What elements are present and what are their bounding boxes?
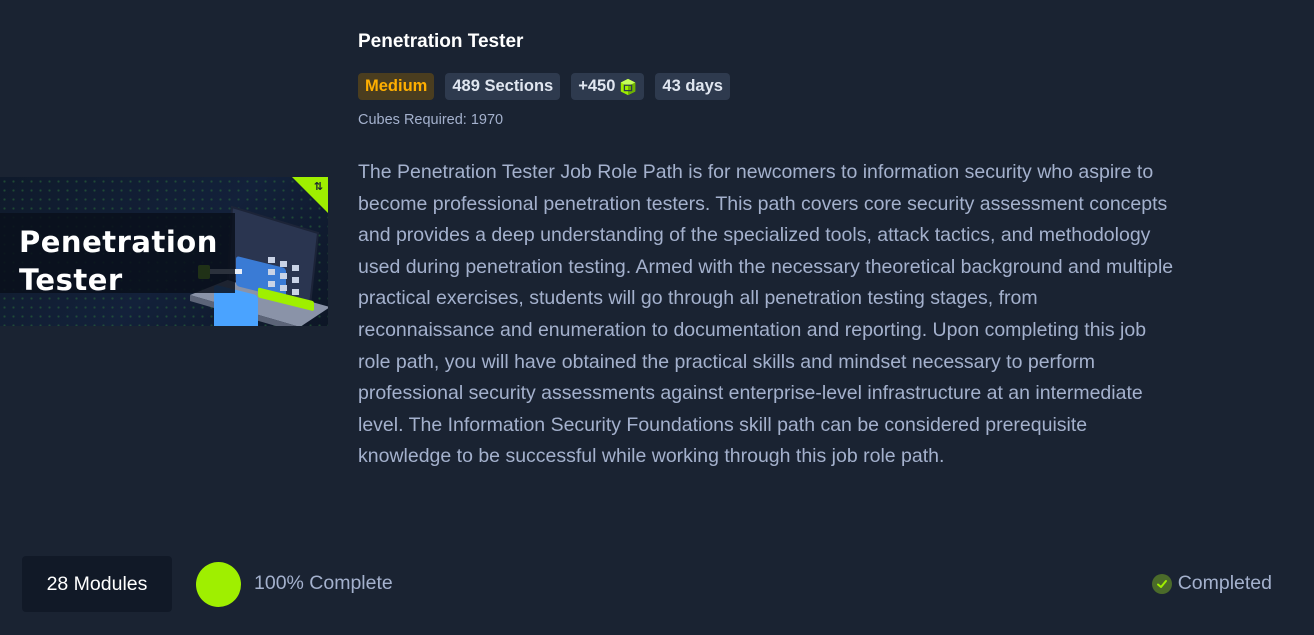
cubes-label: +450 (578, 77, 616, 95)
path-description: The Penetration Tester Job Role Path is … (358, 161, 1174, 468)
merge-icon: ⇅ (313, 181, 323, 193)
cube-icon (621, 78, 636, 95)
cubes-badge: +450 (571, 73, 645, 100)
path-thumbnail[interactable]: Penetration Tester ⇅ (0, 177, 328, 326)
check-circle-icon (1151, 573, 1172, 594)
duration-label: 43 days (662, 77, 723, 95)
thumbnail-title: Penetration Tester (19, 223, 218, 299)
modules-label: 28 Modules (46, 572, 148, 595)
completed-status: Completed (1151, 572, 1272, 595)
difficulty-badge: Medium (358, 73, 435, 100)
thumbnail-title-line1: Penetration (19, 225, 218, 259)
difficulty-label: Medium (365, 77, 428, 95)
progress-circle (196, 562, 241, 607)
duration-badge: 43 days (655, 73, 730, 100)
cubes-required: Cubes Required: 1970 (358, 112, 504, 128)
sections-label: 489 Sections (452, 77, 554, 95)
progress-label: 100% Complete (254, 572, 393, 594)
path-title[interactable]: Penetration Tester (358, 31, 523, 53)
completed-label: Completed (1177, 572, 1272, 594)
thumbnail-title-line2: Tester (19, 263, 123, 297)
path-badges: Medium 489 Sections +450 43 days (358, 73, 730, 100)
sections-badge: 489 Sections (445, 73, 561, 100)
modules-count: 28 Modules (22, 556, 172, 612)
path-card[interactable]: Penetration Tester ⇅ Penetration Tester … (0, 0, 1314, 635)
